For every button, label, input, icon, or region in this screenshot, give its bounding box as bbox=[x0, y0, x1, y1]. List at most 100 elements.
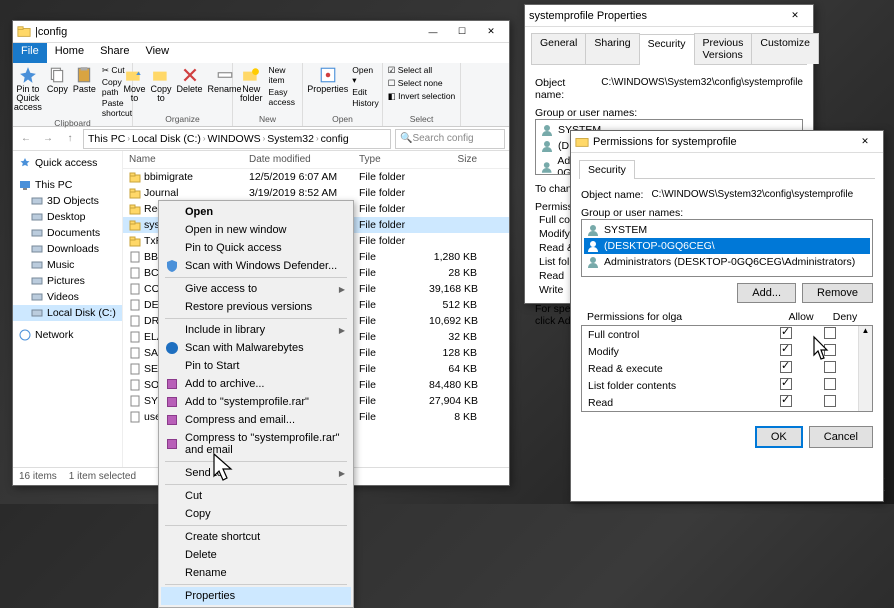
tab-previous-versions[interactable]: Previous Versions bbox=[694, 33, 753, 64]
properties-ribbon-button[interactable]: Properties bbox=[306, 65, 349, 108]
tab-general[interactable]: General bbox=[531, 33, 586, 64]
history-button[interactable]: History bbox=[352, 98, 378, 108]
close-button[interactable]: ✕ bbox=[477, 23, 505, 41]
context-item[interactable]: Rename bbox=[161, 564, 351, 582]
nav-item[interactable]: 3D Objects bbox=[13, 193, 122, 209]
pin-quick-access-button[interactable]: Pin to Quick access bbox=[13, 65, 43, 118]
nav-quick-access[interactable]: Quick access bbox=[13, 155, 122, 171]
crumb-system32[interactable]: System32 bbox=[267, 133, 314, 145]
back-button[interactable]: ← bbox=[17, 130, 35, 148]
context-item[interactable]: Cut bbox=[161, 487, 351, 505]
nav-item[interactable]: Videos bbox=[13, 289, 122, 305]
allow-checkbox[interactable] bbox=[780, 344, 792, 356]
col-type[interactable]: Type bbox=[353, 151, 423, 168]
easy-access-button[interactable]: Easy access bbox=[269, 87, 298, 107]
context-item[interactable]: Open in new window bbox=[161, 221, 351, 239]
properties-titlebar[interactable]: systemprofile Properties ✕ bbox=[525, 5, 813, 27]
context-item[interactable]: Send to▶ bbox=[161, 464, 351, 482]
remove-button[interactable]: Remove bbox=[802, 283, 873, 303]
crumb-windows[interactable]: WINDOWS bbox=[208, 133, 261, 145]
context-item[interactable]: Add to archive... bbox=[161, 375, 351, 393]
tab-customize[interactable]: Customize bbox=[751, 33, 819, 64]
permissions-titlebar[interactable]: Permissions for systemprofile ✕ bbox=[571, 131, 883, 153]
nav-item[interactable]: Desktop bbox=[13, 209, 122, 225]
file-row[interactable]: bbimigrate12/5/2019 6:07 AMFile folder bbox=[123, 169, 509, 185]
tab-file[interactable]: File bbox=[13, 43, 47, 63]
nav-item[interactable]: Local Disk (C:) bbox=[13, 305, 122, 321]
allow-checkbox[interactable] bbox=[780, 361, 792, 373]
perm-groups-listbox[interactable]: SYSTEM(DESKTOP-0GQ6CEG\Administrators (D… bbox=[581, 219, 873, 277]
crumb-c[interactable]: Local Disk (C:) bbox=[132, 133, 201, 145]
nav-item[interactable]: Documents bbox=[13, 225, 122, 241]
context-item[interactable]: Restore previous versions bbox=[161, 298, 351, 316]
explorer-titlebar[interactable]: | config — ☐ ✕ bbox=[13, 21, 509, 43]
col-modified[interactable]: Date modified bbox=[243, 151, 353, 168]
forward-button[interactable]: → bbox=[39, 130, 57, 148]
deny-checkbox[interactable] bbox=[824, 327, 836, 339]
file-row[interactable]: Journal3/19/2019 8:52 AMFile folder bbox=[123, 185, 509, 201]
context-item[interactable]: Open bbox=[161, 203, 351, 221]
permissions-scrollbar[interactable]: ▲ bbox=[858, 326, 872, 411]
context-item[interactable]: Properties bbox=[161, 587, 351, 605]
tab-security[interactable]: Security bbox=[639, 34, 695, 65]
tab-sharing[interactable]: Sharing bbox=[585, 33, 639, 64]
allow-checkbox[interactable] bbox=[780, 327, 792, 339]
context-item[interactable]: Pin to Start bbox=[161, 357, 351, 375]
permissions-close-button[interactable]: ✕ bbox=[851, 133, 879, 151]
context-item[interactable]: Pin to Quick access bbox=[161, 239, 351, 257]
crumb-config[interactable]: config bbox=[321, 133, 349, 145]
select-none-button[interactable]: ☐ Select none bbox=[388, 78, 456, 89]
crumb-thispc[interactable]: This PC bbox=[88, 133, 125, 145]
paste-button[interactable]: Paste bbox=[72, 65, 97, 118]
context-item[interactable]: Create shortcut bbox=[161, 528, 351, 546]
context-item[interactable]: Add to "systemprofile.rar" bbox=[161, 393, 351, 411]
context-item[interactable]: Scan with Malwarebytes bbox=[161, 339, 351, 357]
group-item[interactable]: Administrators (DESKTOP-0GQ6CEG\Administ… bbox=[584, 254, 870, 270]
context-item[interactable]: Include in library▶ bbox=[161, 321, 351, 339]
edit-button[interactable]: Edit bbox=[352, 87, 378, 97]
context-item[interactable]: Delete bbox=[161, 546, 351, 564]
add-button[interactable]: Add... bbox=[737, 283, 796, 303]
minimize-button[interactable]: — bbox=[419, 23, 447, 41]
context-item[interactable]: Copy bbox=[161, 505, 351, 523]
context-item[interactable]: Give access to▶ bbox=[161, 280, 351, 298]
col-size[interactable]: Size bbox=[423, 151, 483, 168]
open-button[interactable]: Open ▾ bbox=[352, 65, 378, 86]
nav-this-pc[interactable]: This PC bbox=[13, 177, 122, 193]
new-folder-button[interactable]: New folder bbox=[237, 65, 266, 107]
allow-checkbox[interactable] bbox=[780, 395, 792, 407]
maximize-button[interactable]: ☐ bbox=[448, 23, 476, 41]
properties-close-button[interactable]: ✕ bbox=[781, 7, 809, 25]
deny-checkbox[interactable] bbox=[824, 344, 836, 356]
deny-checkbox[interactable] bbox=[824, 361, 836, 373]
context-item[interactable]: Compress and email... bbox=[161, 411, 351, 429]
context-item[interactable]: Compress to "systemprofile.rar" and emai… bbox=[161, 429, 351, 459]
permissions-tab-security[interactable]: Security bbox=[579, 160, 635, 179]
search-input[interactable]: 🔍 Search config bbox=[395, 129, 505, 149]
group-item[interactable]: (DESKTOP-0GQ6CEG\ bbox=[584, 238, 870, 254]
nav-item[interactable]: Downloads bbox=[13, 241, 122, 257]
breadcrumb[interactable]: This PC› Local Disk (C:)› WINDOWS› Syste… bbox=[83, 129, 391, 149]
tab-view[interactable]: View bbox=[137, 43, 177, 63]
col-name[interactable]: Name bbox=[123, 151, 243, 168]
deny-checkbox[interactable] bbox=[824, 395, 836, 407]
select-all-button[interactable]: ☑ Select all bbox=[388, 65, 456, 76]
up-button[interactable]: ↑ bbox=[61, 130, 79, 148]
delete-button[interactable]: Delete bbox=[176, 65, 204, 104]
nav-item[interactable]: Pictures bbox=[13, 273, 122, 289]
allow-checkbox[interactable] bbox=[780, 378, 792, 390]
copy-to-button[interactable]: Copy to bbox=[149, 65, 172, 104]
nav-item[interactable]: Music bbox=[13, 257, 122, 273]
copy-button[interactable]: Copy bbox=[46, 65, 69, 118]
invert-selection-button[interactable]: ◧ Invert selection bbox=[388, 91, 456, 102]
deny-checkbox[interactable] bbox=[824, 378, 836, 390]
tab-home[interactable]: Home bbox=[47, 43, 92, 63]
nav-network[interactable]: Network bbox=[13, 327, 122, 343]
group-item[interactable]: SYSTEM bbox=[584, 222, 870, 238]
move-to-button[interactable]: Move to bbox=[122, 65, 146, 104]
ok-button[interactable]: OK bbox=[755, 426, 803, 448]
context-item[interactable]: Scan with Windows Defender... bbox=[161, 257, 351, 275]
new-item-button[interactable]: New item bbox=[269, 65, 298, 85]
cancel-button[interactable]: Cancel bbox=[809, 426, 873, 448]
tab-share[interactable]: Share bbox=[92, 43, 137, 63]
